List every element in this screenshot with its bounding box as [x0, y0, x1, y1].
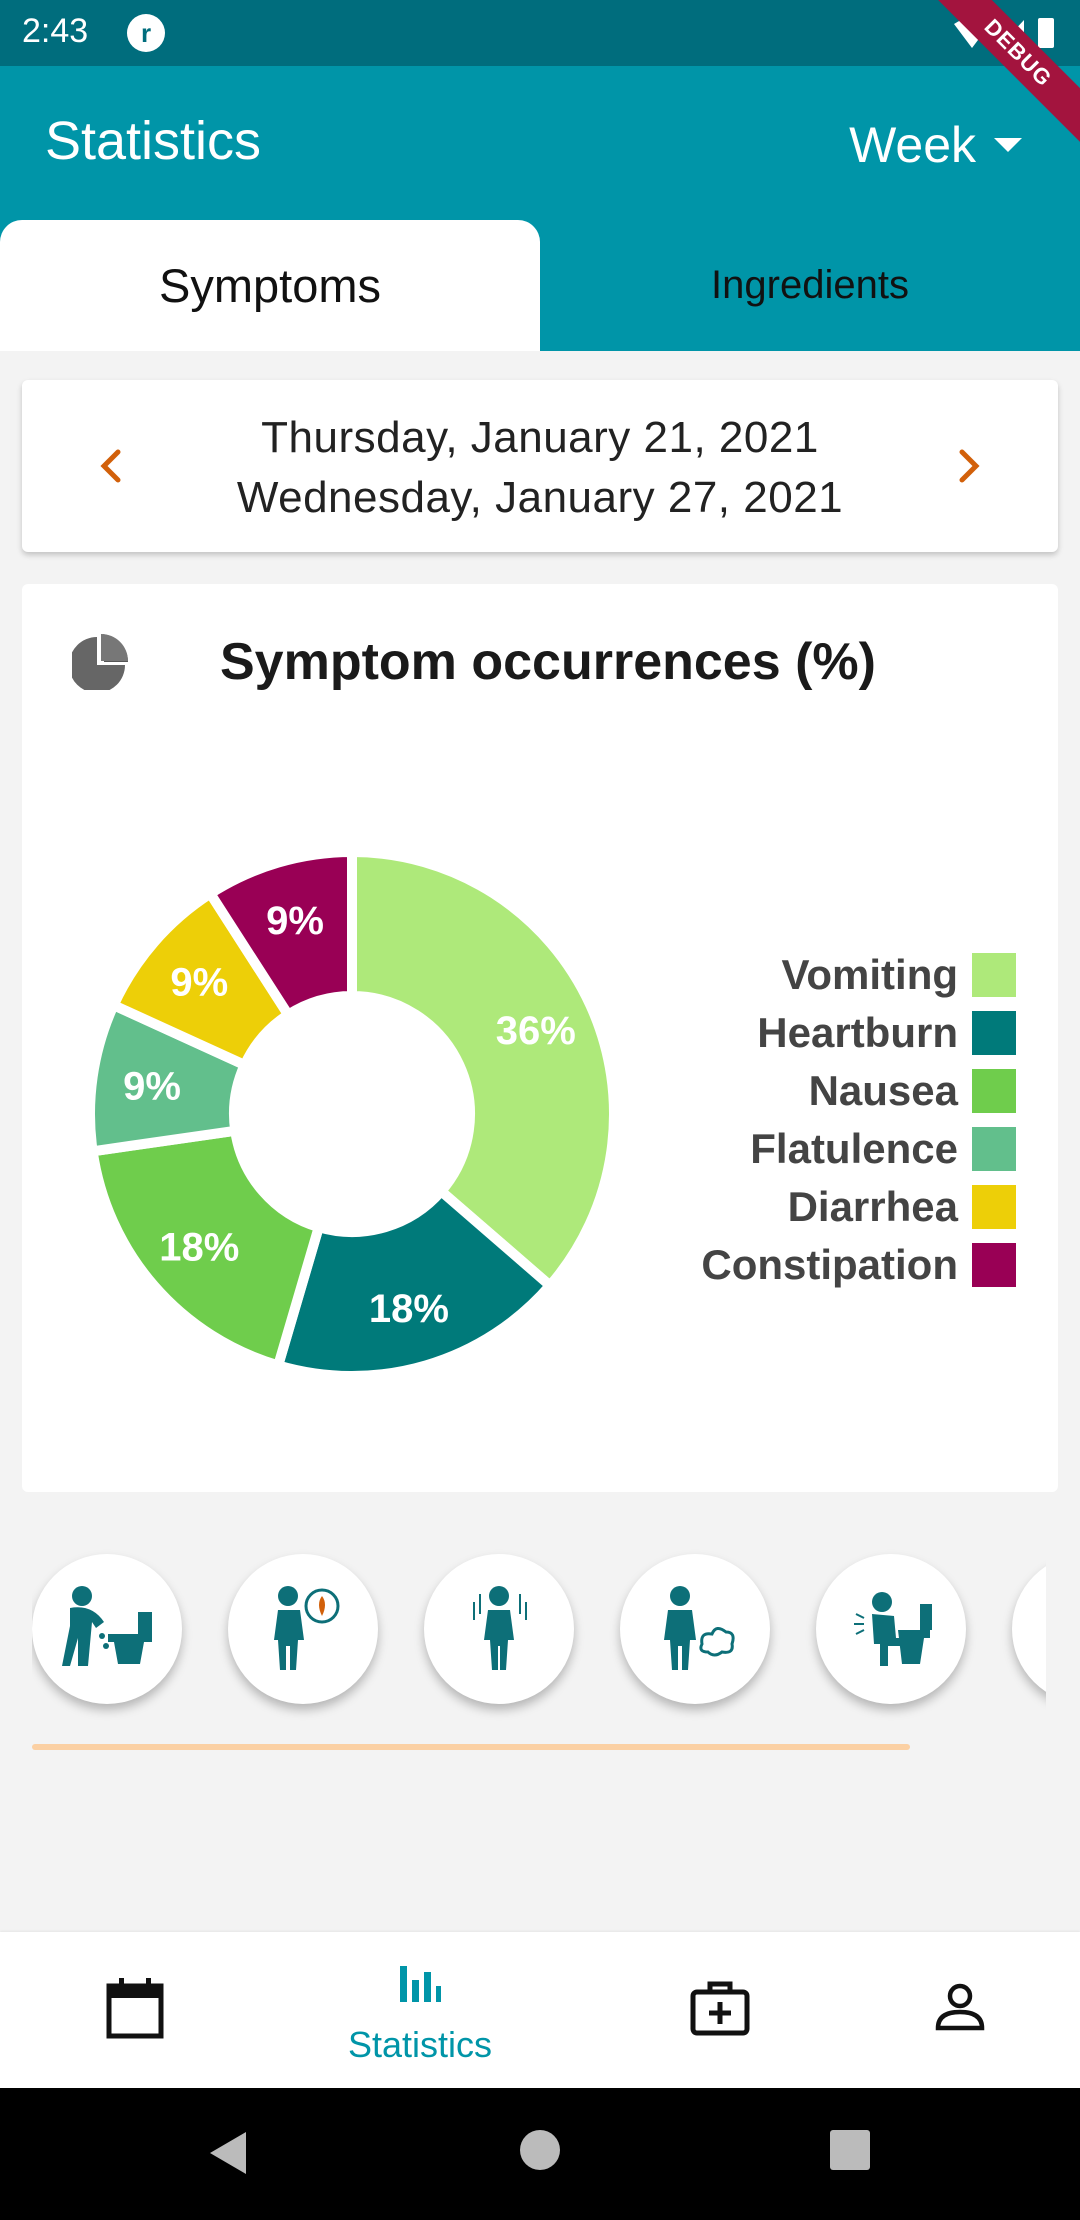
- symptom-button-toilet[interactable]: [816, 1554, 966, 1704]
- donut-label-flatulence: 9%: [123, 1064, 181, 1108]
- medical-kit-icon: [690, 1981, 750, 2036]
- legend-swatch: [972, 1243, 1016, 1287]
- bar-chart-icon: [400, 1966, 441, 2002]
- period-dropdown-value: Week: [849, 117, 976, 173]
- nav-calendar[interactable]: [0, 1932, 270, 2088]
- tab-symptoms[interactable]: Symptoms: [0, 220, 540, 351]
- legend-label: Diarrhea: [787, 1183, 958, 1230]
- legend-item-flatulence: Flatulence: [701, 1120, 1016, 1178]
- person-icon: [935, 1983, 985, 2031]
- back-icon[interactable]: [202, 2128, 252, 2178]
- app-notification-icon: r: [127, 14, 165, 52]
- donut-label-diarrhea: 9%: [170, 961, 228, 1005]
- tab-symptoms-label: Symptoms: [159, 259, 381, 312]
- legend-label: Flatulence: [750, 1125, 958, 1172]
- symptom-button-flatulence[interactable]: [620, 1554, 770, 1704]
- donut-label-nausea: 18%: [159, 1225, 239, 1269]
- tab-ingredients[interactable]: Ingredients: [540, 220, 1080, 351]
- horizontal-scroll-indicator[interactable]: [32, 1744, 910, 1750]
- status-bar: 2:43 r: [0, 0, 1080, 66]
- flatulence-person-icon: [664, 1586, 735, 1670]
- system-navigation-bar: [0, 2088, 1080, 2220]
- legend-label: Heartburn: [757, 1009, 958, 1056]
- legend-item-constipation: Constipation: [701, 1236, 1016, 1294]
- page-title: Statistics: [45, 111, 262, 171]
- legend-swatch: [972, 1069, 1016, 1113]
- date-range-start: Thursday, January 21, 2021: [261, 413, 819, 462]
- nav-profile[interactable]: [825, 1932, 1080, 2088]
- symptom-button-heartburn[interactable]: [228, 1554, 378, 1704]
- chart-legend: Vomiting Heartburn Nausea Flatulence Diarrhe…: [701, 946, 1016, 1294]
- legend-item-diarrhea: Diarrhea: [701, 1178, 1016, 1236]
- nausea-person-icon: [473, 1586, 527, 1670]
- date-range-text: Thursday, January 21, 2021 Wednesday, Ja…: [22, 408, 1058, 528]
- legend-swatch: [972, 1011, 1016, 1055]
- symptom-chart-card: Symptom occurrences (%) 36% 18% 18% 9% 9% 9% …: [22, 584, 1058, 1492]
- donut-label-vomiting: 36%: [496, 1009, 576, 1053]
- partial-symptom-icon: [1032, 1574, 1046, 1684]
- toilet-sitting-person-icon: [854, 1592, 932, 1666]
- nav-statistics-label: Statistics: [347, 2024, 493, 2065]
- nav-medical[interactable]: [585, 1932, 855, 2088]
- status-time: 2:43: [22, 12, 89, 50]
- legend-label: Nausea: [808, 1067, 958, 1114]
- bottom-navigation: Statistics: [0, 1932, 1080, 2088]
- app-bar: Statistics Week Symptoms Ingredients: [0, 66, 1080, 351]
- legend-swatch: [972, 1185, 1016, 1229]
- legend-item-heartburn: Heartburn: [701, 1004, 1016, 1062]
- tab-ingredients-label: Ingredients: [711, 263, 909, 307]
- calendar-icon: [106, 1978, 164, 2039]
- symptom-button-partial[interactable]: [1012, 1554, 1046, 1704]
- date-range-end: Wednesday, January 27, 2021: [236, 473, 844, 522]
- dropdown-caret-icon: [994, 138, 1022, 152]
- legend-swatch: [972, 1127, 1016, 1171]
- symptom-icon-strip[interactable]: [32, 1542, 1046, 1722]
- legend-swatch: [972, 953, 1016, 997]
- donut-label-constipation: 9%: [266, 899, 324, 943]
- legend-item-vomiting: Vomiting: [701, 946, 1016, 1004]
- period-dropdown[interactable]: Week: [849, 116, 1022, 174]
- home-icon[interactable]: [518, 2128, 562, 2172]
- donut-label-heartburn: 18%: [369, 1287, 449, 1331]
- legend-label: Constipation: [701, 1241, 958, 1288]
- heartburn-person-icon: [274, 1586, 340, 1670]
- recents-icon[interactable]: [828, 2128, 872, 2172]
- symptom-button-nausea[interactable]: [424, 1554, 574, 1704]
- donut-chart: 36% 18% 18% 9% 9% 9%: [85, 846, 619, 1381]
- date-range-card: Thursday, January 21, 2021 Wednesday, Ja…: [22, 380, 1058, 552]
- symptom-button-vomiting[interactable]: [32, 1554, 182, 1704]
- vomiting-person-icon: [62, 1586, 152, 1666]
- legend-label: Vomiting: [781, 951, 958, 998]
- chevron-right-icon[interactable]: [948, 446, 988, 486]
- nav-statistics[interactable]: Statistics: [285, 1932, 555, 2088]
- legend-item-nausea: Nausea: [701, 1062, 1016, 1120]
